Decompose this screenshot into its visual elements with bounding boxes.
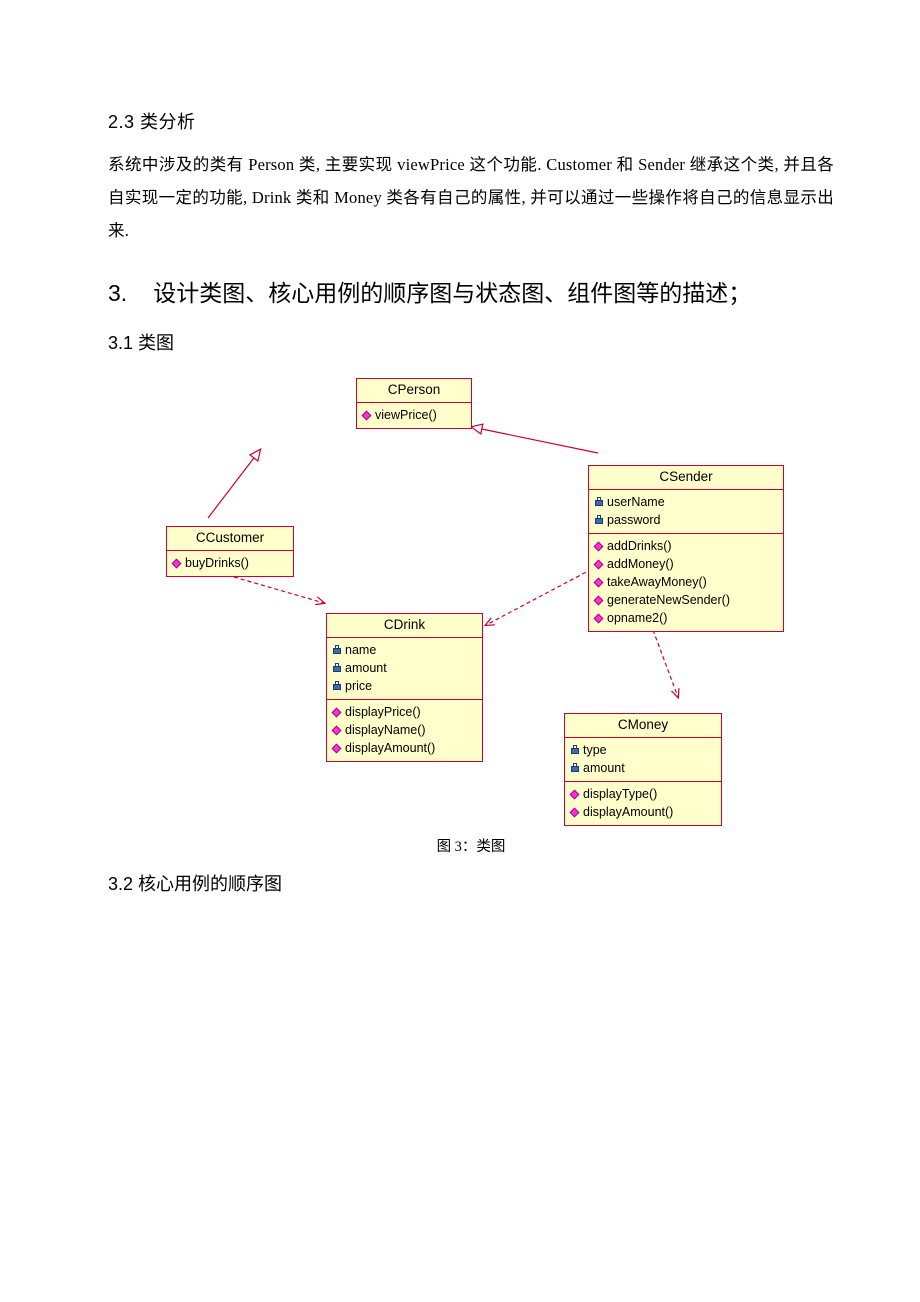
document-page: 2.3 类分析 系统中涉及的类有 Person 类, 主要实现 viewPric… bbox=[0, 0, 920, 1302]
member-label: displayAmount() bbox=[583, 805, 674, 819]
class-member-row: addMoney() bbox=[593, 555, 779, 573]
class-member-row: userName bbox=[593, 493, 779, 511]
class-name-cperson: CPerson bbox=[357, 379, 471, 403]
member-label: type bbox=[583, 743, 607, 757]
section-2-3-heading: 2.3 类分析 bbox=[108, 112, 196, 132]
member-label: userName bbox=[607, 495, 665, 509]
class-diagram-figure: CPerson viewPrice() CSender userName pas… bbox=[108, 363, 834, 833]
class-member-row: price bbox=[331, 677, 478, 695]
class-name-csender: CSender bbox=[589, 466, 783, 490]
private-attribute-icon bbox=[593, 496, 605, 508]
class-member-row: addDrinks() bbox=[593, 537, 779, 555]
class-name-cmoney: CMoney bbox=[565, 714, 721, 738]
private-attribute-icon bbox=[331, 680, 343, 692]
class-box-cdrink: CDrink name amount price displayPrice() … bbox=[326, 613, 483, 762]
member-label: addMoney() bbox=[607, 557, 674, 571]
private-attribute-icon bbox=[593, 514, 605, 526]
class-member-row: amount bbox=[331, 659, 478, 677]
class-attributes-csender: userName password bbox=[589, 490, 783, 534]
class-member-row: password bbox=[593, 511, 779, 529]
class-methods-cperson: viewPrice() bbox=[357, 403, 471, 428]
class-name-cdrink: CDrink bbox=[327, 614, 482, 638]
public-method-icon bbox=[569, 806, 581, 818]
class-box-ccustomer: CCustomer buyDrinks() bbox=[166, 526, 294, 577]
public-method-icon bbox=[331, 706, 343, 718]
section-3-title: 设计类图、核心用例的顺序图与状态图、组件图等的描述； bbox=[153, 280, 752, 306]
class-member-row: viewPrice() bbox=[361, 406, 467, 424]
member-label: amount bbox=[345, 661, 387, 675]
member-label: displayPrice() bbox=[345, 705, 421, 719]
member-label: addDrinks() bbox=[607, 539, 672, 553]
member-label: generateNewSender() bbox=[607, 593, 730, 607]
class-methods-csender: addDrinks() addMoney() takeAwayMoney() g… bbox=[589, 534, 783, 631]
edge-ccustomer-cdrink bbox=[233, 576, 327, 606]
public-method-icon bbox=[331, 724, 343, 736]
class-box-csender: CSender userName password addDrinks() ad… bbox=[588, 465, 784, 632]
public-method-icon bbox=[171, 557, 183, 569]
public-method-icon bbox=[593, 576, 605, 588]
section-2-3-paragraph: 系统中涉及的类有 Person 类, 主要实现 viewPrice 这个功能. … bbox=[108, 155, 834, 240]
member-label: name bbox=[345, 643, 377, 657]
public-method-icon bbox=[593, 558, 605, 570]
member-label: price bbox=[345, 679, 373, 693]
public-method-icon bbox=[593, 594, 605, 606]
member-label: opname2() bbox=[607, 611, 668, 625]
private-attribute-icon bbox=[569, 744, 581, 756]
class-box-cmoney: CMoney type amount displayType() display… bbox=[564, 713, 722, 826]
private-attribute-icon bbox=[331, 662, 343, 674]
member-label: viewPrice() bbox=[375, 408, 437, 422]
class-attributes-cdrink: name amount price bbox=[327, 638, 482, 700]
public-method-icon bbox=[593, 612, 605, 624]
public-method-icon bbox=[331, 742, 343, 754]
member-label: takeAwayMoney() bbox=[607, 575, 707, 589]
section-3-1-heading: 3.1 类图 bbox=[108, 333, 175, 353]
edge-csender-cperson bbox=[469, 423, 599, 454]
class-methods-ccustomer: buyDrinks() bbox=[167, 551, 293, 576]
member-label: displayName() bbox=[345, 723, 426, 737]
member-label: displayType() bbox=[583, 787, 658, 801]
section-3-number: 3. bbox=[108, 280, 128, 306]
class-member-row: displayPrice() bbox=[331, 703, 478, 721]
class-member-row: displayName() bbox=[331, 721, 478, 739]
member-label: buyDrinks() bbox=[185, 556, 249, 570]
private-attribute-icon bbox=[569, 762, 581, 774]
public-method-icon bbox=[361, 409, 373, 421]
member-label: amount bbox=[583, 761, 625, 775]
section-3-heading: 3. 设计类图、核心用例的顺序图与状态图、组件图等的描述； bbox=[108, 273, 834, 313]
page-content: 2.3 类分析 系统中涉及的类有 Person 类, 主要实现 viewPric… bbox=[108, 108, 834, 896]
class-member-row: displayAmount() bbox=[331, 739, 478, 757]
member-label: password bbox=[607, 513, 661, 527]
public-method-icon bbox=[569, 788, 581, 800]
section-3-2-heading: 3.2 核心用例的顺序图 bbox=[108, 874, 283, 894]
class-box-cperson: CPerson viewPrice() bbox=[356, 378, 472, 429]
class-member-row: takeAwayMoney() bbox=[593, 573, 779, 591]
edge-csender-cdrink bbox=[483, 568, 593, 627]
member-label: displayAmount() bbox=[345, 741, 436, 755]
class-member-row: displayAmount() bbox=[569, 803, 717, 821]
class-attributes-cmoney: type amount bbox=[565, 738, 721, 782]
class-member-row: displayType() bbox=[569, 785, 717, 803]
class-member-row: name bbox=[331, 641, 478, 659]
private-attribute-icon bbox=[331, 644, 343, 656]
class-name-ccustomer: CCustomer bbox=[167, 527, 293, 551]
edge-ccustomer-cperson bbox=[207, 448, 262, 519]
class-member-row: generateNewSender() bbox=[593, 591, 779, 609]
class-methods-cmoney: displayType() displayAmount() bbox=[565, 782, 721, 825]
figure-caption: 图 3：类图 bbox=[436, 839, 506, 855]
edge-csender-cmoney bbox=[652, 629, 680, 700]
class-member-row: buyDrinks() bbox=[171, 554, 289, 572]
class-member-row: opname2() bbox=[593, 609, 779, 627]
class-methods-cdrink: displayPrice() displayName() displayAmou… bbox=[327, 700, 482, 761]
class-member-row: amount bbox=[569, 759, 717, 777]
public-method-icon bbox=[593, 540, 605, 552]
class-member-row: type bbox=[569, 741, 717, 759]
